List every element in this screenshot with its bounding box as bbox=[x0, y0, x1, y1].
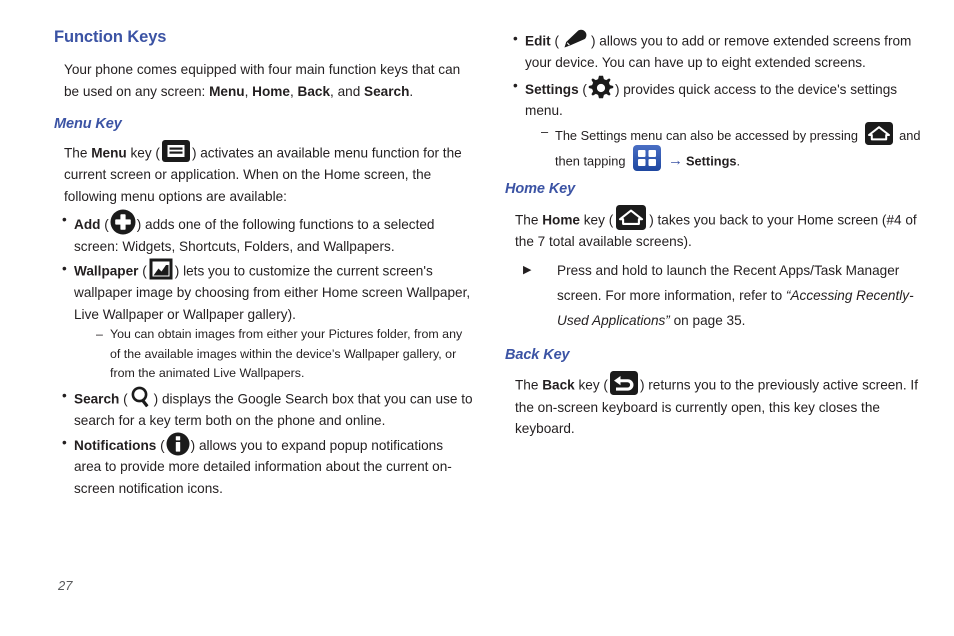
subheading-menu-key: Menu Key bbox=[54, 116, 122, 132]
arrow-right-icon: → bbox=[668, 152, 684, 170]
option-label-settings: Settings bbox=[525, 81, 579, 97]
menu-para-pre: The bbox=[64, 145, 92, 161]
back-key-icon bbox=[609, 371, 639, 396]
apps-grid-icon bbox=[632, 145, 662, 172]
page-number: 27 bbox=[58, 578, 73, 593]
notifications-icon bbox=[166, 432, 190, 456]
key-name-home: Home bbox=[252, 83, 290, 99]
back-para-pre: The bbox=[515, 378, 543, 394]
menu-options-list: Add ( ) adds one of the following functi… bbox=[54, 209, 474, 499]
option-label-search: Search bbox=[74, 391, 120, 406]
list-item-search: Search ( ) displays the Google Search bo… bbox=[54, 385, 474, 431]
back-para-bold: Back bbox=[542, 378, 575, 394]
bullet-recent-apps: Press and hold to launch the Recent Apps… bbox=[505, 258, 925, 333]
edit-pencil-icon bbox=[560, 28, 590, 50]
list-item-add: Add ( ) adds one of the following functi… bbox=[54, 209, 474, 257]
add-circle-icon bbox=[110, 209, 136, 235]
option-pre-notifications: ( bbox=[156, 437, 165, 453]
home-key-bullets: Press and hold to launch the Recent Apps… bbox=[505, 258, 925, 333]
right-column: Edit ( ) allows you to add or remove ext… bbox=[505, 28, 925, 442]
settings-subnotes: The Settings menu can also be accessed b… bbox=[525, 121, 925, 172]
page-title: Function Keys bbox=[54, 28, 167, 46]
home-para-mid: key ( bbox=[579, 212, 614, 228]
option-pre-settings: ( bbox=[578, 81, 587, 97]
subnote-wallpaper-sources: You can obtain images from either your P… bbox=[74, 325, 474, 384]
option-pre-edit: ( bbox=[550, 33, 559, 49]
wallpaper-icon bbox=[149, 258, 173, 280]
left-column: Function Keys Your phone comes equipped … bbox=[54, 28, 474, 500]
wallpaper-subnotes: You can obtain images from either your P… bbox=[74, 325, 474, 384]
list-item-notifications: Notifications ( ) allows you to expand p… bbox=[54, 432, 474, 499]
intro-sep2: , bbox=[289, 83, 298, 99]
search-icon bbox=[129, 385, 153, 409]
right-options-list: Edit ( ) allows you to add or remove ext… bbox=[505, 28, 925, 172]
home-key-paragraph: The Home key ( ) takes you back to your … bbox=[505, 205, 925, 252]
intro-paragraph: Your phone comes equipped with four main… bbox=[54, 59, 474, 102]
home-key-icon bbox=[864, 121, 894, 145]
menu-key-paragraph: The Menu key ( ) activates an available … bbox=[54, 140, 474, 207]
menu-para-mid: key ( bbox=[126, 145, 160, 161]
list-item-edit: Edit ( ) allows you to add or remove ext… bbox=[505, 28, 925, 74]
option-pre-search: ( bbox=[119, 391, 128, 406]
gear-icon bbox=[588, 75, 614, 100]
bullet-post: on page 35. bbox=[669, 313, 746, 329]
option-label-add: Add bbox=[74, 217, 101, 233]
back-para-mid: key ( bbox=[574, 378, 608, 394]
home-para-bold: Home bbox=[542, 212, 580, 228]
back-key-paragraph: The Back key ( ) returns you to the prev… bbox=[505, 371, 925, 439]
intro-end: . bbox=[409, 83, 414, 99]
option-pre-add: ( bbox=[100, 217, 109, 233]
key-name-back: Back bbox=[297, 83, 331, 99]
subnote-settings-access: The Settings menu can also be accessed b… bbox=[525, 121, 925, 172]
subheading-back-key: Back Key bbox=[505, 347, 570, 364]
key-name-menu: Menu bbox=[209, 83, 245, 99]
option-label-notifications: Notifications bbox=[74, 437, 157, 453]
home-key-icon bbox=[615, 205, 647, 231]
subnote-bold-settings: Settings bbox=[686, 153, 737, 169]
menu-key-icon bbox=[161, 140, 191, 162]
subnote-end: . bbox=[736, 153, 741, 169]
manual-page: Function Keys Your phone comes equipped … bbox=[0, 0, 954, 636]
option-label-wallpaper: Wallpaper bbox=[74, 263, 139, 279]
option-label-edit: Edit bbox=[525, 33, 551, 49]
menu-para-bold: Menu bbox=[91, 145, 127, 161]
list-item-wallpaper: Wallpaper ( ) lets you to customize the … bbox=[54, 258, 474, 384]
key-name-search: Search bbox=[364, 83, 410, 99]
subheading-home-key: Home Key bbox=[505, 181, 576, 198]
intro-sep3: , and bbox=[330, 83, 365, 99]
home-para-pre: The bbox=[515, 212, 543, 228]
subnote-pre: The Settings menu can also be accessed b… bbox=[555, 127, 862, 143]
list-item-settings: Settings ( ) provides quick access to th… bbox=[505, 75, 925, 172]
option-pre-wallpaper: ( bbox=[138, 263, 147, 279]
